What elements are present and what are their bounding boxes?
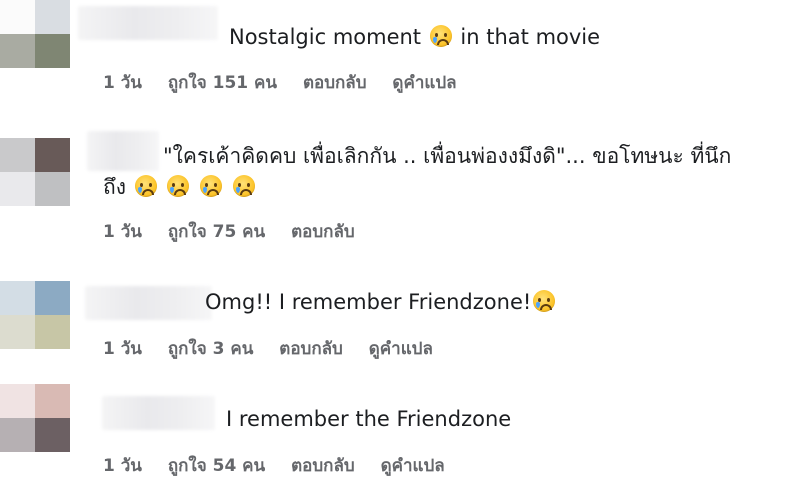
comment-meta: 1 วัน ถูกใจ 75 คน ตอบกลับ [103,218,375,245]
comment-meta: 1 วัน ถูกใจ 54 คน ตอบกลับ ดูคำแปล [103,452,465,479]
avatar[interactable] [0,0,70,68]
reply-link[interactable]: ตอบกลับ [303,69,367,96]
crying-face-icon [134,175,157,197]
translate-link[interactable]: ดูคำแปล [369,335,433,362]
reply-link[interactable]: ตอบกลับ [291,218,355,245]
translate-link[interactable]: ดูคำแปล [381,452,445,479]
comment-text-line2: ถึง [103,172,257,203]
comment-time[interactable]: 1 วัน [103,335,142,362]
comment-text: Omg!! I remember Friendzone! [205,287,557,318]
comment-meta: 1 วัน ถูกใจ 151 คน ตอบกลับ ดูคำแปล [103,69,477,96]
crying-face-icon [429,25,452,47]
avatar[interactable] [0,281,70,349]
crying-face-icon [533,290,556,312]
comment-text: "ใครเค้าคิดคบ เพื่อเลิกกัน .. เพื่อนพ่อง… [163,144,732,168]
comment-text: I remember the Friendzone [226,407,512,431]
translate-link[interactable]: ดูคำแปล [392,69,456,96]
avatar[interactable] [0,384,70,452]
comment-time[interactable]: 1 วัน [103,69,142,96]
crying-face-icon [200,175,223,197]
comment-time[interactable]: 1 วัน [103,218,142,245]
comment-time[interactable]: 1 วัน [103,452,142,479]
like-count[interactable]: ถูกใจ 54 คน [168,452,265,479]
comment-meta: 1 วัน ถูกใจ 3 คน ตอบกลับ ดูคำแปล [103,335,453,362]
crying-face-icon [232,175,255,197]
like-count[interactable]: ถูกใจ 75 คน [168,218,265,245]
reply-link[interactable]: ตอบกลับ [291,452,355,479]
commenter-name-blurred[interactable] [78,6,218,40]
commenter-name-blurred[interactable] [102,396,215,430]
commenter-name-blurred[interactable] [87,131,159,171]
comment-text: Nostalgic moment in that movie [229,25,601,49]
like-count[interactable]: ถูกใจ 3 คน [168,335,254,362]
commenter-name-blurred[interactable] [85,286,212,320]
like-count[interactable]: ถูกใจ 151 คน [168,69,277,96]
avatar[interactable] [0,138,70,206]
reply-link[interactable]: ตอบกลับ [279,335,343,362]
crying-face-icon [167,175,190,197]
